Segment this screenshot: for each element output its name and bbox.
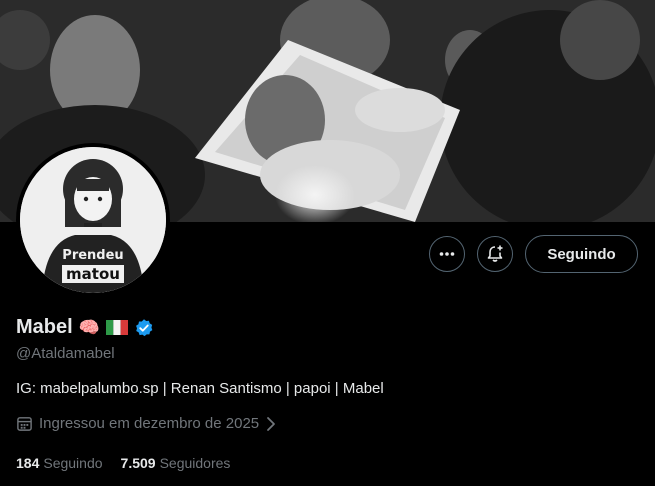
brain-emoji: 🧠: [78, 318, 100, 337]
ellipsis-icon: [439, 252, 455, 256]
follow-stats: 184 Seguindo 7.509 Seguidores: [16, 455, 230, 471]
following-label: Seguindo: [43, 455, 103, 471]
following-button[interactable]: Seguindo: [525, 235, 638, 273]
bell-plus-icon: [487, 245, 503, 262]
verified-badge-icon[interactable]: [134, 318, 154, 338]
avatar[interactable]: Prendeu matou: [16, 143, 170, 297]
avatar-shirt-text-2: matou: [66, 265, 120, 283]
followers-link[interactable]: 7.509 Seguidores: [121, 455, 231, 471]
chevron-right-icon: [267, 416, 276, 431]
avatar-image: Prendeu matou: [20, 147, 166, 293]
following-count: 184: [16, 455, 40, 471]
profile-handle: @Ataldamabel: [16, 345, 115, 362]
display-name: Mabel: [16, 316, 73, 338]
followers-label: Seguidores: [159, 455, 231, 471]
followers-count: 7.509: [120, 455, 156, 471]
name-row: Mabel 🧠: [16, 316, 154, 339]
following-link[interactable]: 184 Seguindo: [16, 455, 103, 471]
joined-date-text: Ingressou em dezembro de 2025: [39, 415, 260, 432]
notifications-button[interactable]: [477, 236, 513, 272]
more-options-button[interactable]: [429, 236, 465, 272]
joined-date-row[interactable]: Ingressou em dezembro de 2025: [16, 415, 277, 432]
calendar-icon: [17, 417, 32, 431]
avatar-shirt-text-1: Prendeu: [62, 248, 123, 263]
italy-flag-icon: [105, 320, 128, 335]
profile-bio: IG: mabelpalumbo.sp | Renan Santismo | p…: [16, 380, 384, 397]
